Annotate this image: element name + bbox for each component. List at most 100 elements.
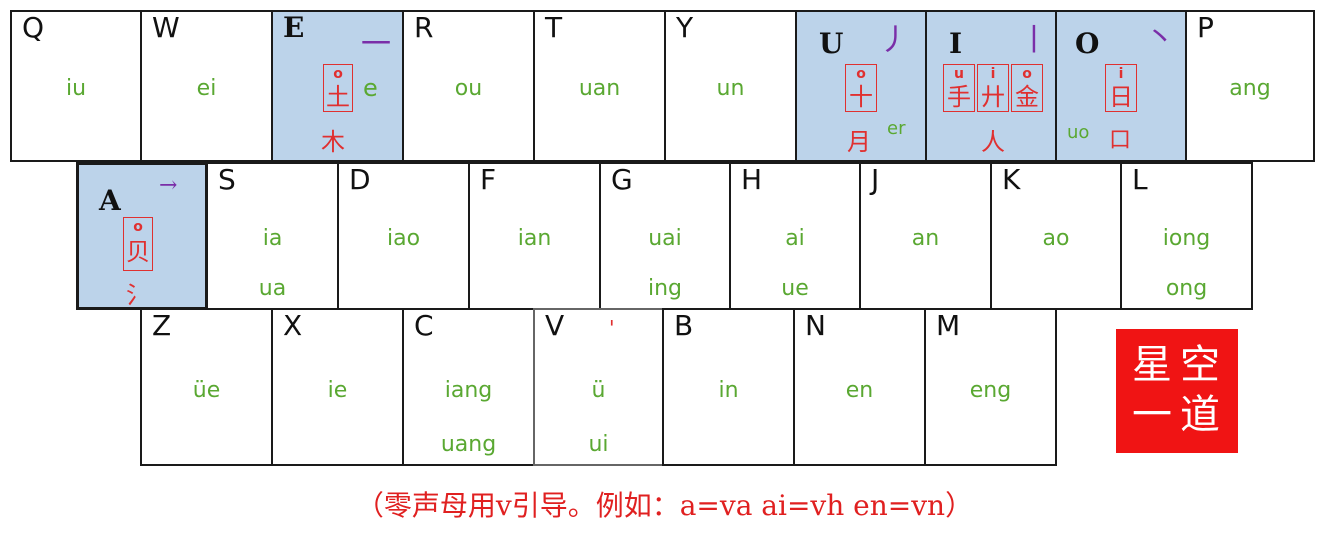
key-c[interactable]: C iang uang — [402, 308, 535, 466]
key-letter: V — [545, 309, 565, 342]
key-letter: B — [674, 309, 694, 342]
key-z[interactable]: Z üe — [140, 308, 273, 466]
root-superscript: i — [990, 66, 996, 82]
key-e[interactable]: E 一 o 土 e 木 — [271, 10, 404, 162]
final-label: an — [911, 226, 940, 251]
root-char: 金 — [1015, 83, 1039, 111]
key-letter: P — [1197, 11, 1214, 44]
zero-initial-note: （零声母用v引导。例如：a=va ai=vh en=vn） — [355, 489, 974, 522]
key-j[interactable]: J an — [859, 162, 992, 310]
root-char: 十 — [849, 83, 873, 111]
final-label: ao — [1042, 226, 1070, 251]
root-box: o 贝 — [123, 217, 153, 271]
key-letter: U — [819, 27, 844, 60]
key-letter: M — [936, 309, 961, 342]
root-char: 手 — [947, 83, 971, 111]
key-i[interactable]: I 丨 u 手 i 廾 o 金 人 — [925, 10, 1057, 162]
key-l[interactable]: L iong ong — [1120, 162, 1253, 310]
final-label: ei — [196, 76, 217, 101]
below-root: 木 — [321, 128, 345, 156]
root-box: o 金 — [1011, 64, 1043, 112]
final-label: in — [718, 378, 739, 403]
key-y[interactable]: Y un — [664, 10, 797, 162]
logo-char: 星 — [1132, 342, 1172, 388]
key-letter: L — [1132, 163, 1148, 196]
root-char: 土 — [326, 83, 350, 111]
key-letter: Q — [22, 11, 45, 44]
key-g[interactable]: G uai ing — [599, 162, 731, 310]
final-label: ua — [258, 276, 287, 301]
key-a[interactable]: A → o 贝 氵 — [76, 162, 208, 310]
logo-char: 一 — [1132, 392, 1172, 438]
root-superscript: o — [333, 66, 343, 82]
final-label: er — [887, 118, 906, 139]
final-label: ang — [1229, 76, 1271, 101]
final-label: en — [845, 378, 874, 403]
key-letter: A — [99, 184, 121, 217]
key-m[interactable]: M eng — [924, 308, 1057, 466]
final-label: uan — [578, 76, 621, 101]
final-label: uang — [440, 432, 497, 457]
key-k[interactable]: K ao — [990, 162, 1122, 310]
key-f[interactable]: F ian — [468, 162, 601, 310]
root-superscript: o — [1022, 66, 1032, 82]
root-box: i 日 — [1105, 64, 1137, 112]
final-label: iong — [1162, 226, 1211, 251]
key-d[interactable]: D iao — [337, 162, 470, 310]
key-u[interactable]: U 丿 o 十 er 月 — [795, 10, 927, 162]
final-label: uai — [648, 226, 682, 251]
key-letter: S — [218, 163, 236, 196]
final-label: ian — [517, 226, 552, 251]
root-superscript: o — [133, 219, 143, 235]
final-label: eng — [969, 378, 1012, 403]
stroke-label: 丨 — [1019, 23, 1049, 58]
key-o[interactable]: O 丶 i 日 uo 口 — [1055, 10, 1187, 162]
key-letter: W — [152, 11, 180, 44]
below-root: 口 — [1109, 128, 1132, 153]
key-letter: O — [1075, 27, 1100, 60]
key-v[interactable]: V ' ü ui — [533, 308, 664, 466]
root-superscript: i — [1118, 66, 1124, 82]
stroke-label: 丶 — [1145, 21, 1175, 56]
final-label: e — [363, 74, 378, 102]
final-label: ü — [591, 378, 606, 403]
key-q[interactable]: Q iu — [10, 10, 142, 162]
root-box: o 十 — [845, 64, 877, 112]
key-letter: T — [545, 11, 563, 44]
key-w[interactable]: W ei — [140, 10, 273, 162]
final-label: iang — [444, 378, 493, 403]
key-letter: F — [480, 163, 497, 196]
root-box: o 土 — [323, 64, 353, 112]
final-label: ue — [781, 276, 809, 301]
key-letter: R — [414, 11, 434, 44]
final-label: ing — [647, 276, 683, 301]
key-letter: I — [949, 27, 963, 60]
key-s[interactable]: S ia ua — [206, 162, 339, 310]
root-box: i 廾 — [977, 64, 1009, 112]
key-letter: E — [283, 11, 305, 44]
final-label: ong — [1165, 276, 1208, 301]
stroke-label: 一 — [361, 27, 391, 62]
final-label: iu — [65, 76, 87, 101]
key-t[interactable]: T uan — [533, 10, 666, 162]
final-label: ui — [588, 432, 609, 457]
stroke-label: → — [159, 173, 178, 198]
final-label: un — [716, 76, 745, 101]
key-letter: N — [805, 309, 826, 342]
key-letter: G — [611, 163, 633, 196]
key-letter: Z — [152, 309, 172, 342]
key-n[interactable]: N en — [793, 308, 926, 466]
key-b[interactable]: B in — [662, 308, 795, 466]
root-char: 贝 — [126, 238, 150, 266]
key-h[interactable]: H ai ue — [729, 162, 861, 310]
below-root: 人 — [981, 128, 1005, 156]
final-label: ie — [327, 378, 348, 403]
key-x[interactable]: X ie — [271, 308, 404, 466]
key-letter: H — [741, 163, 763, 196]
final-label: üe — [192, 378, 221, 403]
key-r[interactable]: R ou — [402, 10, 535, 162]
root-superscript: u — [954, 66, 964, 82]
key-p[interactable]: P ang — [1185, 10, 1315, 162]
stroke-label: 丿 — [879, 23, 909, 58]
below-root: 氵 — [126, 281, 150, 309]
